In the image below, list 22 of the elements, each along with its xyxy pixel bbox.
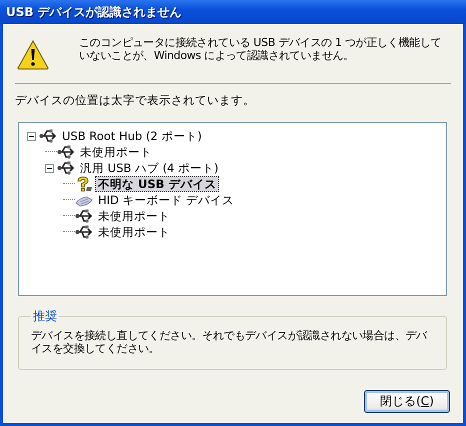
recommendation-text: デバイスを接続し直してください。それでもデバイスが認識されない場合は、デバイスを交換してください。	[31, 329, 428, 355]
tree-item[interactable]: 未使用ポート	[95, 208, 173, 224]
tree-item[interactable]: HID キーボード デバイス	[95, 192, 238, 208]
close-button[interactable]: 閉じる(C)	[364, 390, 450, 413]
usb-icon	[39, 128, 57, 144]
collapse-toggle[interactable]	[45, 164, 54, 172]
tree-item[interactable]: 汎用 USB ハブ (4 ポート)	[77, 160, 222, 176]
group-title: 推奨	[32, 308, 58, 325]
question-device-icon	[75, 176, 93, 192]
tree-item[interactable]: 未使用ポート	[77, 144, 155, 160]
tree-item[interactable]: 不明な USB デバイス	[95, 176, 220, 192]
window-title: USB デバイスが認識されません	[6, 4, 182, 20]
warning-icon	[17, 40, 49, 70]
usb-icon	[57, 160, 75, 176]
tree-item[interactable]: 未使用ポート	[95, 224, 173, 240]
collapse-toggle[interactable]	[27, 132, 36, 140]
error-message: このコンピュータに接続されている USB デバイスの 1 つが正しく機能していないことが、Windows によって認識されていません。	[79, 36, 442, 62]
usb-icon	[75, 224, 93, 240]
usb-icon	[75, 208, 93, 224]
tree-item[interactable]: USB Root Hub (2 ポート)	[59, 128, 205, 144]
location-note: デバイスの位置は太字で表示されています。	[15, 93, 256, 108]
usb-icon	[57, 144, 75, 160]
